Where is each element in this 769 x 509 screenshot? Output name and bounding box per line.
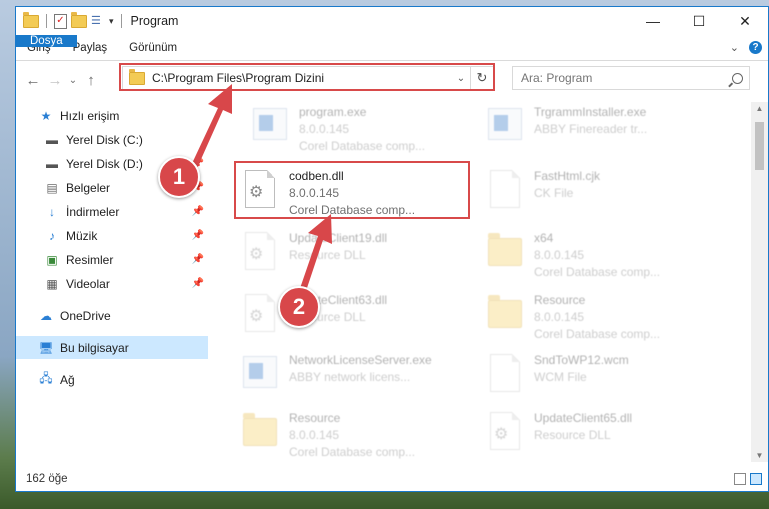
arrow-1 — [188, 84, 232, 175]
annotation-arrows — [188, 84, 332, 303]
step-badge-1: 1 — [158, 156, 200, 198]
step-badge-2: 2 — [278, 286, 320, 328]
